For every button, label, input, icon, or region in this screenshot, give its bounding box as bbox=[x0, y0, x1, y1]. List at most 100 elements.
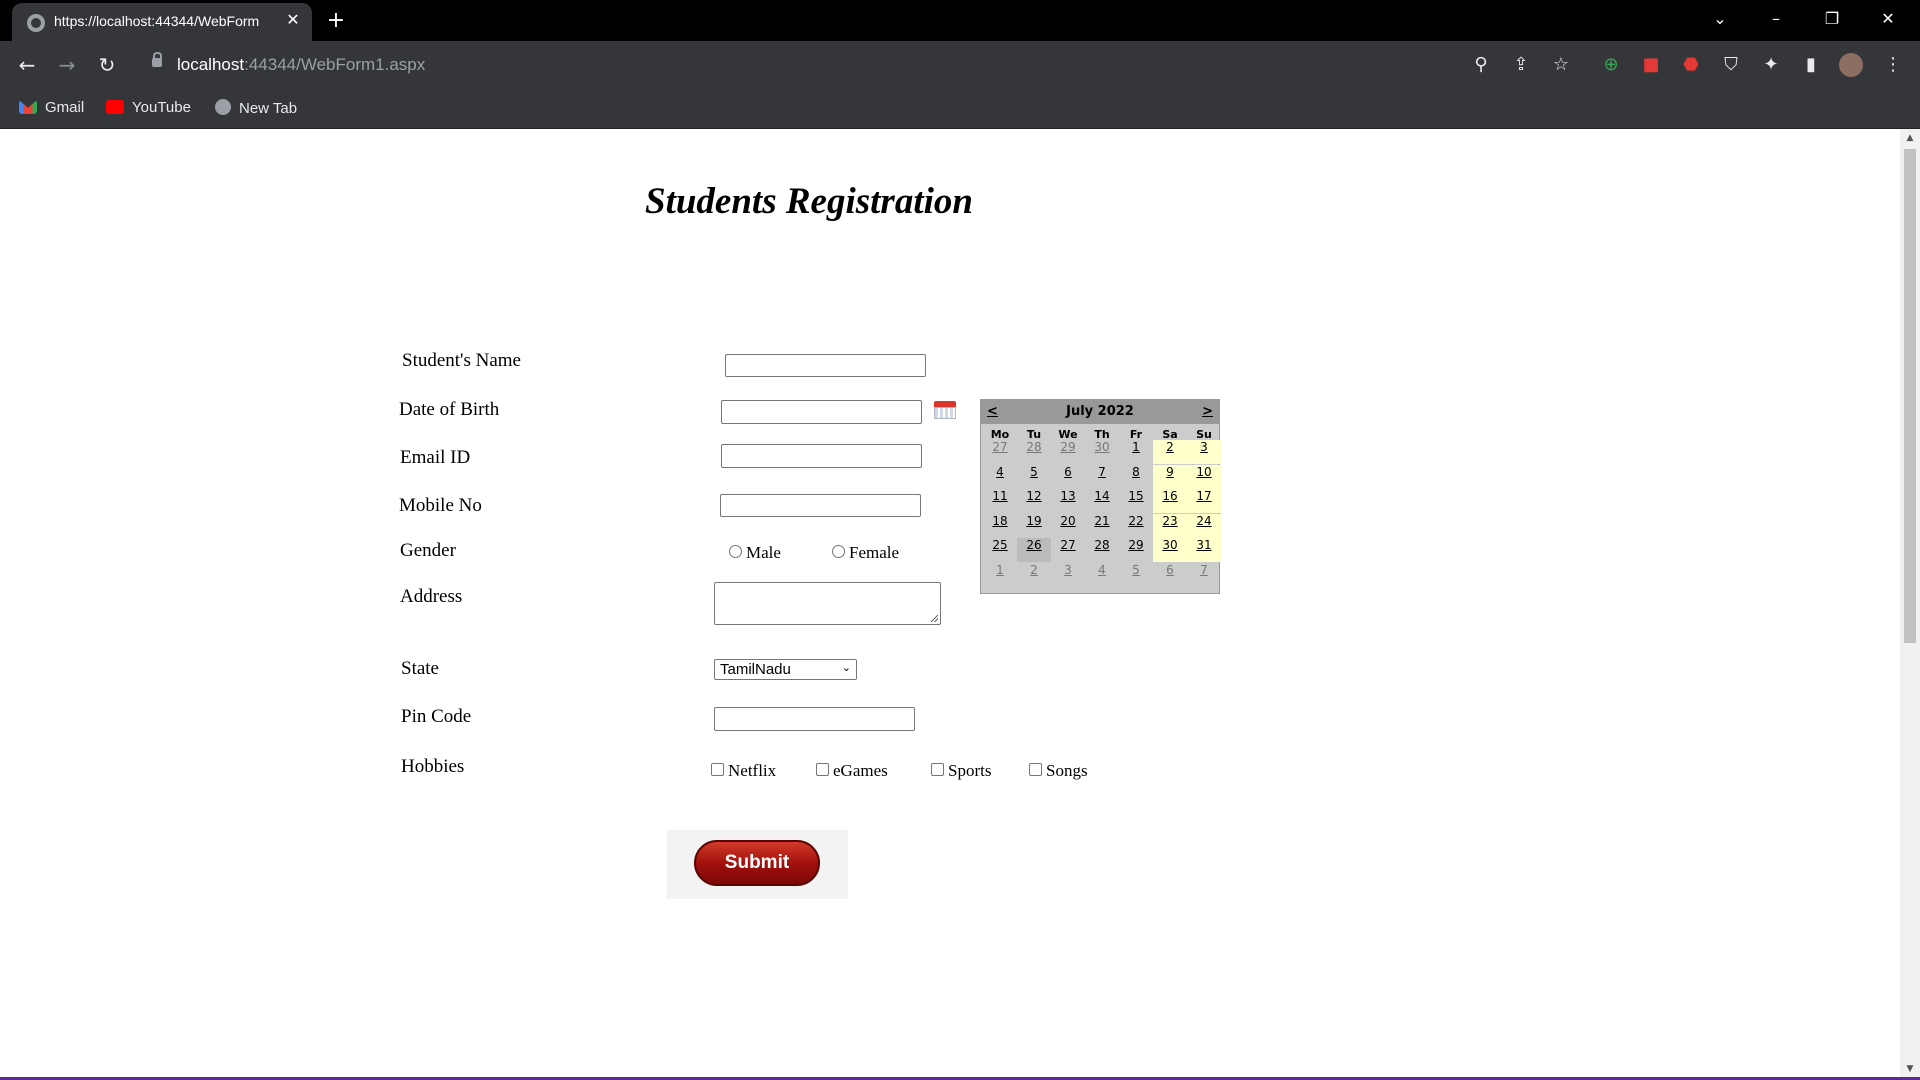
calendar-day[interactable]: 2 bbox=[1017, 563, 1051, 587]
forward-icon[interactable]: → bbox=[54, 52, 80, 78]
calendar-day[interactable]: 14 bbox=[1085, 489, 1119, 513]
mobile-input[interactable] bbox=[720, 494, 921, 517]
calendar-day[interactable]: 6 bbox=[1153, 563, 1187, 587]
submit-button[interactable]: Submit bbox=[694, 840, 820, 886]
gender-female-radio[interactable] bbox=[832, 545, 845, 558]
calendar-day[interactable]: 5 bbox=[1119, 563, 1153, 587]
gender-female-label: Female bbox=[849, 543, 900, 562]
hobby-sports-label: Sports bbox=[948, 761, 992, 780]
student-name-input[interactable] bbox=[725, 354, 926, 377]
calendar-prev-month[interactable]: < bbox=[987, 404, 998, 419]
calendar-day[interactable]: 27 bbox=[983, 440, 1017, 464]
label-email: Email ID bbox=[400, 447, 471, 468]
calendar-day[interactable]: 3 bbox=[1051, 563, 1085, 587]
new-tab-button[interactable]: + bbox=[322, 8, 350, 34]
calendar-day[interactable]: 28 bbox=[1017, 440, 1051, 464]
pincode-input[interactable] bbox=[714, 707, 915, 731]
calendar-day[interactable]: 12 bbox=[1017, 489, 1051, 513]
calendar-day[interactable]: 29 bbox=[1119, 538, 1153, 562]
hobby-sports-checkbox[interactable] bbox=[931, 763, 944, 776]
back-icon[interactable]: ← bbox=[14, 52, 40, 78]
label-gender: Gender bbox=[400, 540, 456, 561]
calendar-day[interactable]: 9 bbox=[1153, 464, 1187, 489]
calendar-day[interactable]: 19 bbox=[1017, 514, 1051, 538]
calendar-day[interactable]: 24 bbox=[1187, 513, 1221, 538]
calendar-day[interactable]: 25 bbox=[983, 538, 1017, 562]
side-panel-icon[interactable]: ▮ bbox=[1799, 53, 1823, 77]
calendar-day[interactable]: 22 bbox=[1119, 514, 1153, 538]
close-window-button[interactable]: ✕ bbox=[1860, 0, 1916, 38]
label-address: Address bbox=[400, 586, 463, 607]
calendar-icon[interactable] bbox=[934, 399, 956, 419]
shield-icon[interactable]: ⛉ bbox=[1719, 53, 1743, 77]
hobby-netflix-checkbox[interactable] bbox=[711, 763, 724, 776]
calendar-day[interactable]: 13 bbox=[1051, 489, 1085, 513]
calendar-day[interactable]: 5 bbox=[1017, 465, 1051, 489]
calendar-day[interactable]: 16 bbox=[1153, 489, 1187, 513]
calendar-day[interactable]: 10 bbox=[1187, 464, 1221, 489]
calendar-day[interactable]: 7 bbox=[1085, 465, 1119, 489]
minimize-button[interactable]: – bbox=[1748, 0, 1804, 38]
calendar-day[interactable]: 18 bbox=[983, 514, 1017, 538]
hobby-songs-checkbox[interactable] bbox=[1029, 763, 1042, 776]
gender-male-radio[interactable] bbox=[729, 545, 742, 558]
restore-button[interactable]: ❐ bbox=[1804, 0, 1860, 38]
gmail-icon bbox=[19, 100, 37, 114]
profile-avatar[interactable] bbox=[1839, 53, 1863, 77]
calendar-day[interactable]: 31 bbox=[1187, 538, 1221, 562]
calendar-day[interactable]: 4 bbox=[1085, 563, 1119, 587]
calendar-day[interactable]: 3 bbox=[1187, 440, 1221, 464]
globe-icon bbox=[215, 99, 231, 115]
adblock-icon[interactable]: ⬣ bbox=[1679, 53, 1703, 77]
reload-icon[interactable]: ↻ bbox=[94, 52, 120, 78]
menu-dots-icon[interactable]: ⋮ bbox=[1881, 53, 1905, 77]
calendar-day[interactable]: 11 bbox=[983, 489, 1017, 513]
bookmark-youtube[interactable]: YouTube bbox=[106, 99, 191, 119]
calendar-day[interactable]: 1 bbox=[1119, 440, 1153, 464]
calendar-month-title: July 2022 bbox=[1066, 404, 1134, 419]
state-select[interactable]: TamilNadu ⌄ bbox=[714, 659, 857, 680]
extension-plus-icon[interactable]: ⊕ bbox=[1599, 53, 1623, 77]
zoom-icon[interactable]: ⚲ bbox=[1469, 53, 1493, 77]
calendar-day[interactable]: 27 bbox=[1051, 538, 1085, 562]
page-scrollbar[interactable]: ▲ ▼ bbox=[1900, 129, 1920, 1080]
extension-red-icon[interactable]: ■ bbox=[1639, 53, 1663, 77]
hobby-egames-checkbox[interactable] bbox=[816, 763, 829, 776]
bookmark-gmail[interactable]: Gmail bbox=[19, 99, 84, 119]
youtube-icon bbox=[106, 100, 124, 114]
browser-tab[interactable]: https://localhost:44344/WebForm ✕ bbox=[12, 3, 312, 41]
bookmark-new-tab[interactable]: New Tab bbox=[215, 99, 297, 119]
calendar-day[interactable]: 30 bbox=[1153, 538, 1187, 562]
calendar-day[interactable]: 4 bbox=[983, 465, 1017, 489]
calendar-day[interactable]: 21 bbox=[1085, 514, 1119, 538]
calendar-day[interactable]: 26 bbox=[1017, 538, 1051, 562]
close-tab-icon[interactable]: ✕ bbox=[282, 9, 304, 31]
label-hobbies: Hobbies bbox=[401, 756, 465, 777]
calendar-day[interactable]: 1 bbox=[983, 563, 1017, 587]
label-dob: Date of Birth bbox=[399, 399, 500, 420]
calendar-day[interactable]: 23 bbox=[1153, 513, 1187, 538]
calendar-day[interactable]: 6 bbox=[1051, 465, 1085, 489]
address-textarea[interactable] bbox=[714, 582, 941, 625]
calendar-next-month[interactable]: > bbox=[1202, 404, 1213, 419]
calendar-day[interactable]: 28 bbox=[1085, 538, 1119, 562]
calendar-day[interactable]: 8 bbox=[1119, 465, 1153, 489]
calendar-day[interactable]: 29 bbox=[1051, 440, 1085, 464]
dob-input[interactable] bbox=[721, 400, 922, 424]
calendar-day[interactable]: 30 bbox=[1085, 440, 1119, 464]
scroll-up-arrow[interactable]: ▲ bbox=[1904, 133, 1916, 145]
calendar-day[interactable]: 2 bbox=[1153, 440, 1187, 464]
calendar-day[interactable]: 17 bbox=[1187, 489, 1221, 513]
address-bar[interactable]: localhost:44344/WebForm1.aspx bbox=[142, 49, 1440, 82]
scroll-thumb[interactable] bbox=[1904, 149, 1916, 643]
label-name: Student's Name bbox=[402, 350, 521, 371]
calendar-day[interactable]: 20 bbox=[1051, 514, 1085, 538]
calendar-day[interactable]: 15 bbox=[1119, 489, 1153, 513]
scroll-down-arrow[interactable]: ▼ bbox=[1904, 1064, 1916, 1076]
share-icon[interactable]: ⇪ bbox=[1509, 53, 1533, 77]
calendar-day[interactable]: 7 bbox=[1187, 563, 1221, 587]
email-input[interactable] bbox=[721, 444, 922, 468]
tab-search-icon[interactable]: ⌄ bbox=[1692, 0, 1748, 38]
extensions-puzzle-icon[interactable]: ✦ bbox=[1759, 53, 1783, 77]
bookmark-star-icon[interactable]: ☆ bbox=[1549, 53, 1573, 77]
